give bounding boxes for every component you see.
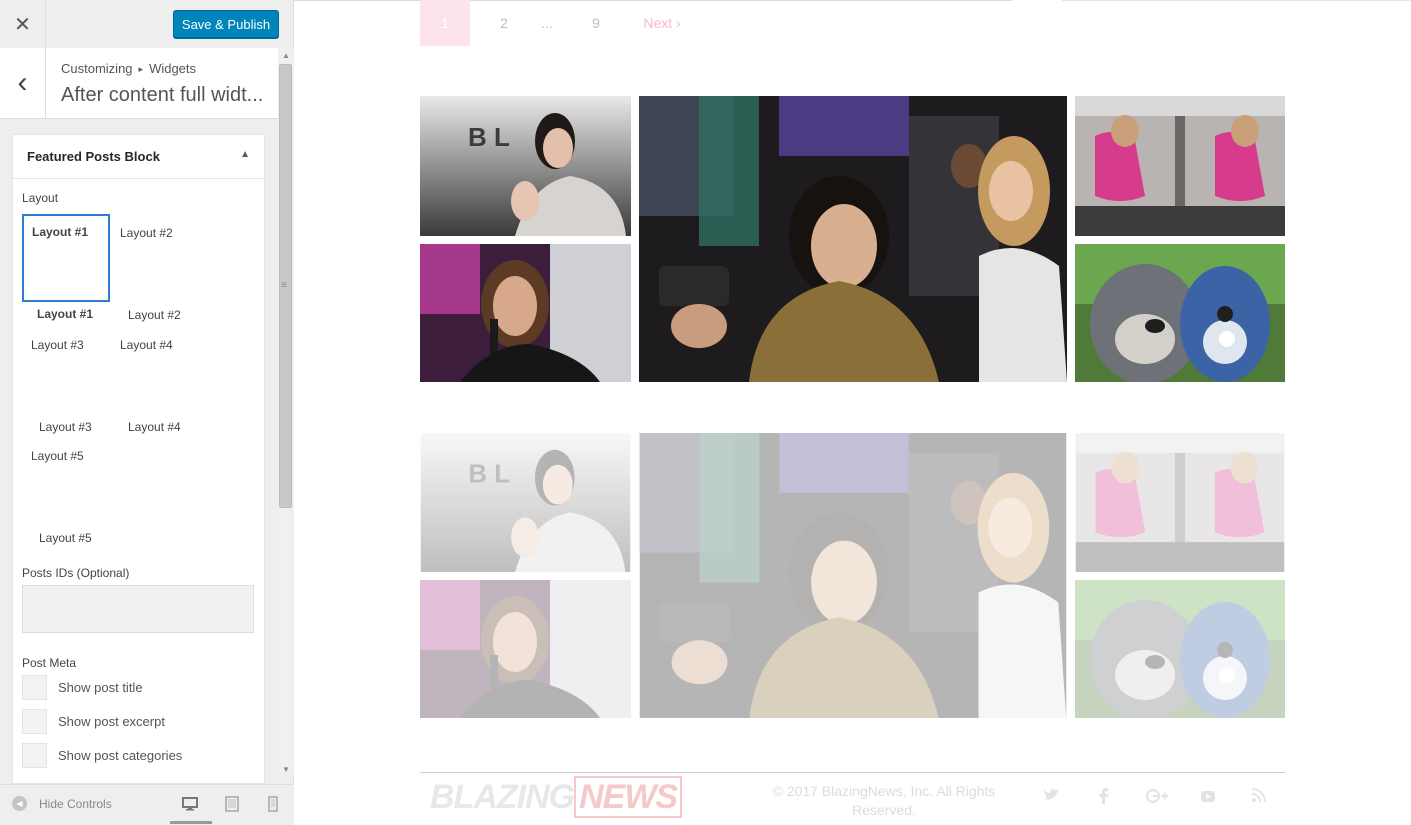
- scroll-grip-icon: ≡: [281, 280, 287, 291]
- widget-title: Featured Posts Block: [27, 149, 160, 164]
- post-image-1[interactable]: B L: [420, 96, 631, 236]
- collapse-arrow-icon[interactable]: ▲: [240, 149, 250, 160]
- rss-icon[interactable]: [1251, 788, 1266, 806]
- post-ids-input[interactable]: [22, 585, 254, 633]
- close-icon: ✕: [14, 13, 31, 36]
- next-page-link[interactable]: Next ›: [637, 0, 687, 46]
- breadcrumb-parent: Customizing: [61, 61, 133, 76]
- back-button[interactable]: ‹: [0, 48, 46, 118]
- layout-option-3[interactable]: Layout #3: [31, 338, 84, 352]
- post-image-4[interactable]: [1075, 244, 1285, 382]
- show-post-excerpt-label: Show post excerpt: [58, 714, 165, 729]
- post-ids-label: Posts IDs (Optional): [22, 566, 130, 580]
- layout-option-5[interactable]: Layout #5: [31, 449, 84, 463]
- logo-text: BLAZING: [430, 778, 575, 816]
- post-image-3[interactable]: [420, 580, 631, 718]
- widget-title-bar[interactable]: Featured Posts Block ▲: [13, 135, 264, 179]
- save-publish-button[interactable]: Save & Publish: [173, 10, 279, 38]
- post-image-2[interactable]: [1075, 96, 1285, 236]
- close-customizer-button[interactable]: ✕: [0, 0, 46, 48]
- hide-controls-button[interactable]: ◀ Hide Controls: [12, 796, 112, 811]
- post-image-3[interactable]: [420, 244, 631, 382]
- show-post-title-checkbox[interactable]: [22, 675, 47, 700]
- customizer-footer: ◀ Hide Controls: [0, 784, 294, 825]
- layout-option-selected[interactable]: Layout #1: [22, 214, 110, 302]
- google-plus-icon[interactable]: [1145, 788, 1168, 808]
- page-link[interactable]: 9: [589, 0, 603, 46]
- twitter-icon[interactable]: [1043, 788, 1059, 806]
- show-post-categories-label: Show post categories: [58, 748, 183, 763]
- mobile-icon[interactable]: [264, 795, 282, 813]
- svg-text:B L: B L: [468, 461, 510, 489]
- post-image-2[interactable]: [1075, 433, 1285, 572]
- scroll-up-icon[interactable]: ▲: [278, 48, 294, 62]
- copyright-text: © 2017 BlazingNews, Inc. All Rights Rese…: [772, 783, 996, 818]
- post-image-featured[interactable]: [639, 433, 1067, 718]
- scroll-down-icon[interactable]: ▼: [278, 762, 294, 776]
- section-title: After content full widt...: [61, 84, 264, 106]
- layout-label: Layout: [22, 191, 59, 205]
- post-image-1[interactable]: B L: [420, 433, 631, 572]
- layout-option-caption-1: Layout #1: [37, 307, 94, 321]
- tablet-icon[interactable]: [223, 795, 241, 813]
- back-arrow-icon: ‹: [17, 66, 28, 99]
- site-preview: 1 2 ... 9 Next › B L B L BLAZING NEWS © …: [294, 0, 1411, 824]
- show-post-title-label: Show post title: [58, 680, 143, 695]
- layout-option-4[interactable]: Layout #4: [120, 338, 173, 352]
- layout-option-caption-3: Layout #3: [39, 420, 92, 434]
- layout-option-caption-2: Layout #2: [128, 308, 181, 322]
- post-meta-label: Post Meta: [22, 656, 77, 670]
- youtube-icon[interactable]: [1200, 788, 1216, 808]
- desktop-icon[interactable]: [181, 795, 199, 813]
- show-post-categories-checkbox[interactable]: [22, 743, 47, 768]
- layout-option-label: Layout #1: [32, 225, 89, 239]
- hide-controls-icon: ◀: [12, 796, 27, 811]
- show-post-excerpt-checkbox[interactable]: [22, 709, 47, 734]
- footer-divider: [420, 772, 1285, 773]
- post-image-featured[interactable]: [639, 96, 1067, 382]
- page-link[interactable]: 2: [497, 0, 511, 46]
- hide-controls-label: Hide Controls: [39, 796, 112, 811]
- layout-option-2[interactable]: Layout #2: [120, 226, 173, 240]
- logo-text-news: NEWS: [574, 776, 683, 818]
- layout-option-caption-5: Layout #5: [39, 531, 92, 545]
- divider: [1062, 0, 1411, 1]
- page-current[interactable]: 1: [420, 0, 470, 46]
- customizer-sidebar: ✕ Save & Publish ‹ Customizing ▸ Widgets A…: [0, 0, 294, 825]
- site-logo[interactable]: BLAZING NEWS: [430, 776, 683, 818]
- breadcrumb-current: Widgets: [149, 61, 197, 76]
- layout-option-caption-4: Layout #4: [128, 420, 181, 434]
- svg-text:B L: B L: [468, 122, 510, 152]
- facebook-icon[interactable]: [1099, 788, 1109, 808]
- post-image-4[interactable]: [1075, 580, 1285, 718]
- page-ellipsis: ...: [541, 15, 553, 31]
- breadcrumb: Customizing ▸ Widgets: [61, 61, 196, 76]
- sidebar-scrollbar[interactable]: ▲ ▼: [278, 48, 294, 776]
- breadcrumb-separator-icon: ▸: [138, 64, 144, 74]
- section-header: ‹ Customizing ▸ Widgets After content full…: [0, 48, 278, 119]
- customizer-header: ✕ Save & Publish: [0, 0, 279, 49]
